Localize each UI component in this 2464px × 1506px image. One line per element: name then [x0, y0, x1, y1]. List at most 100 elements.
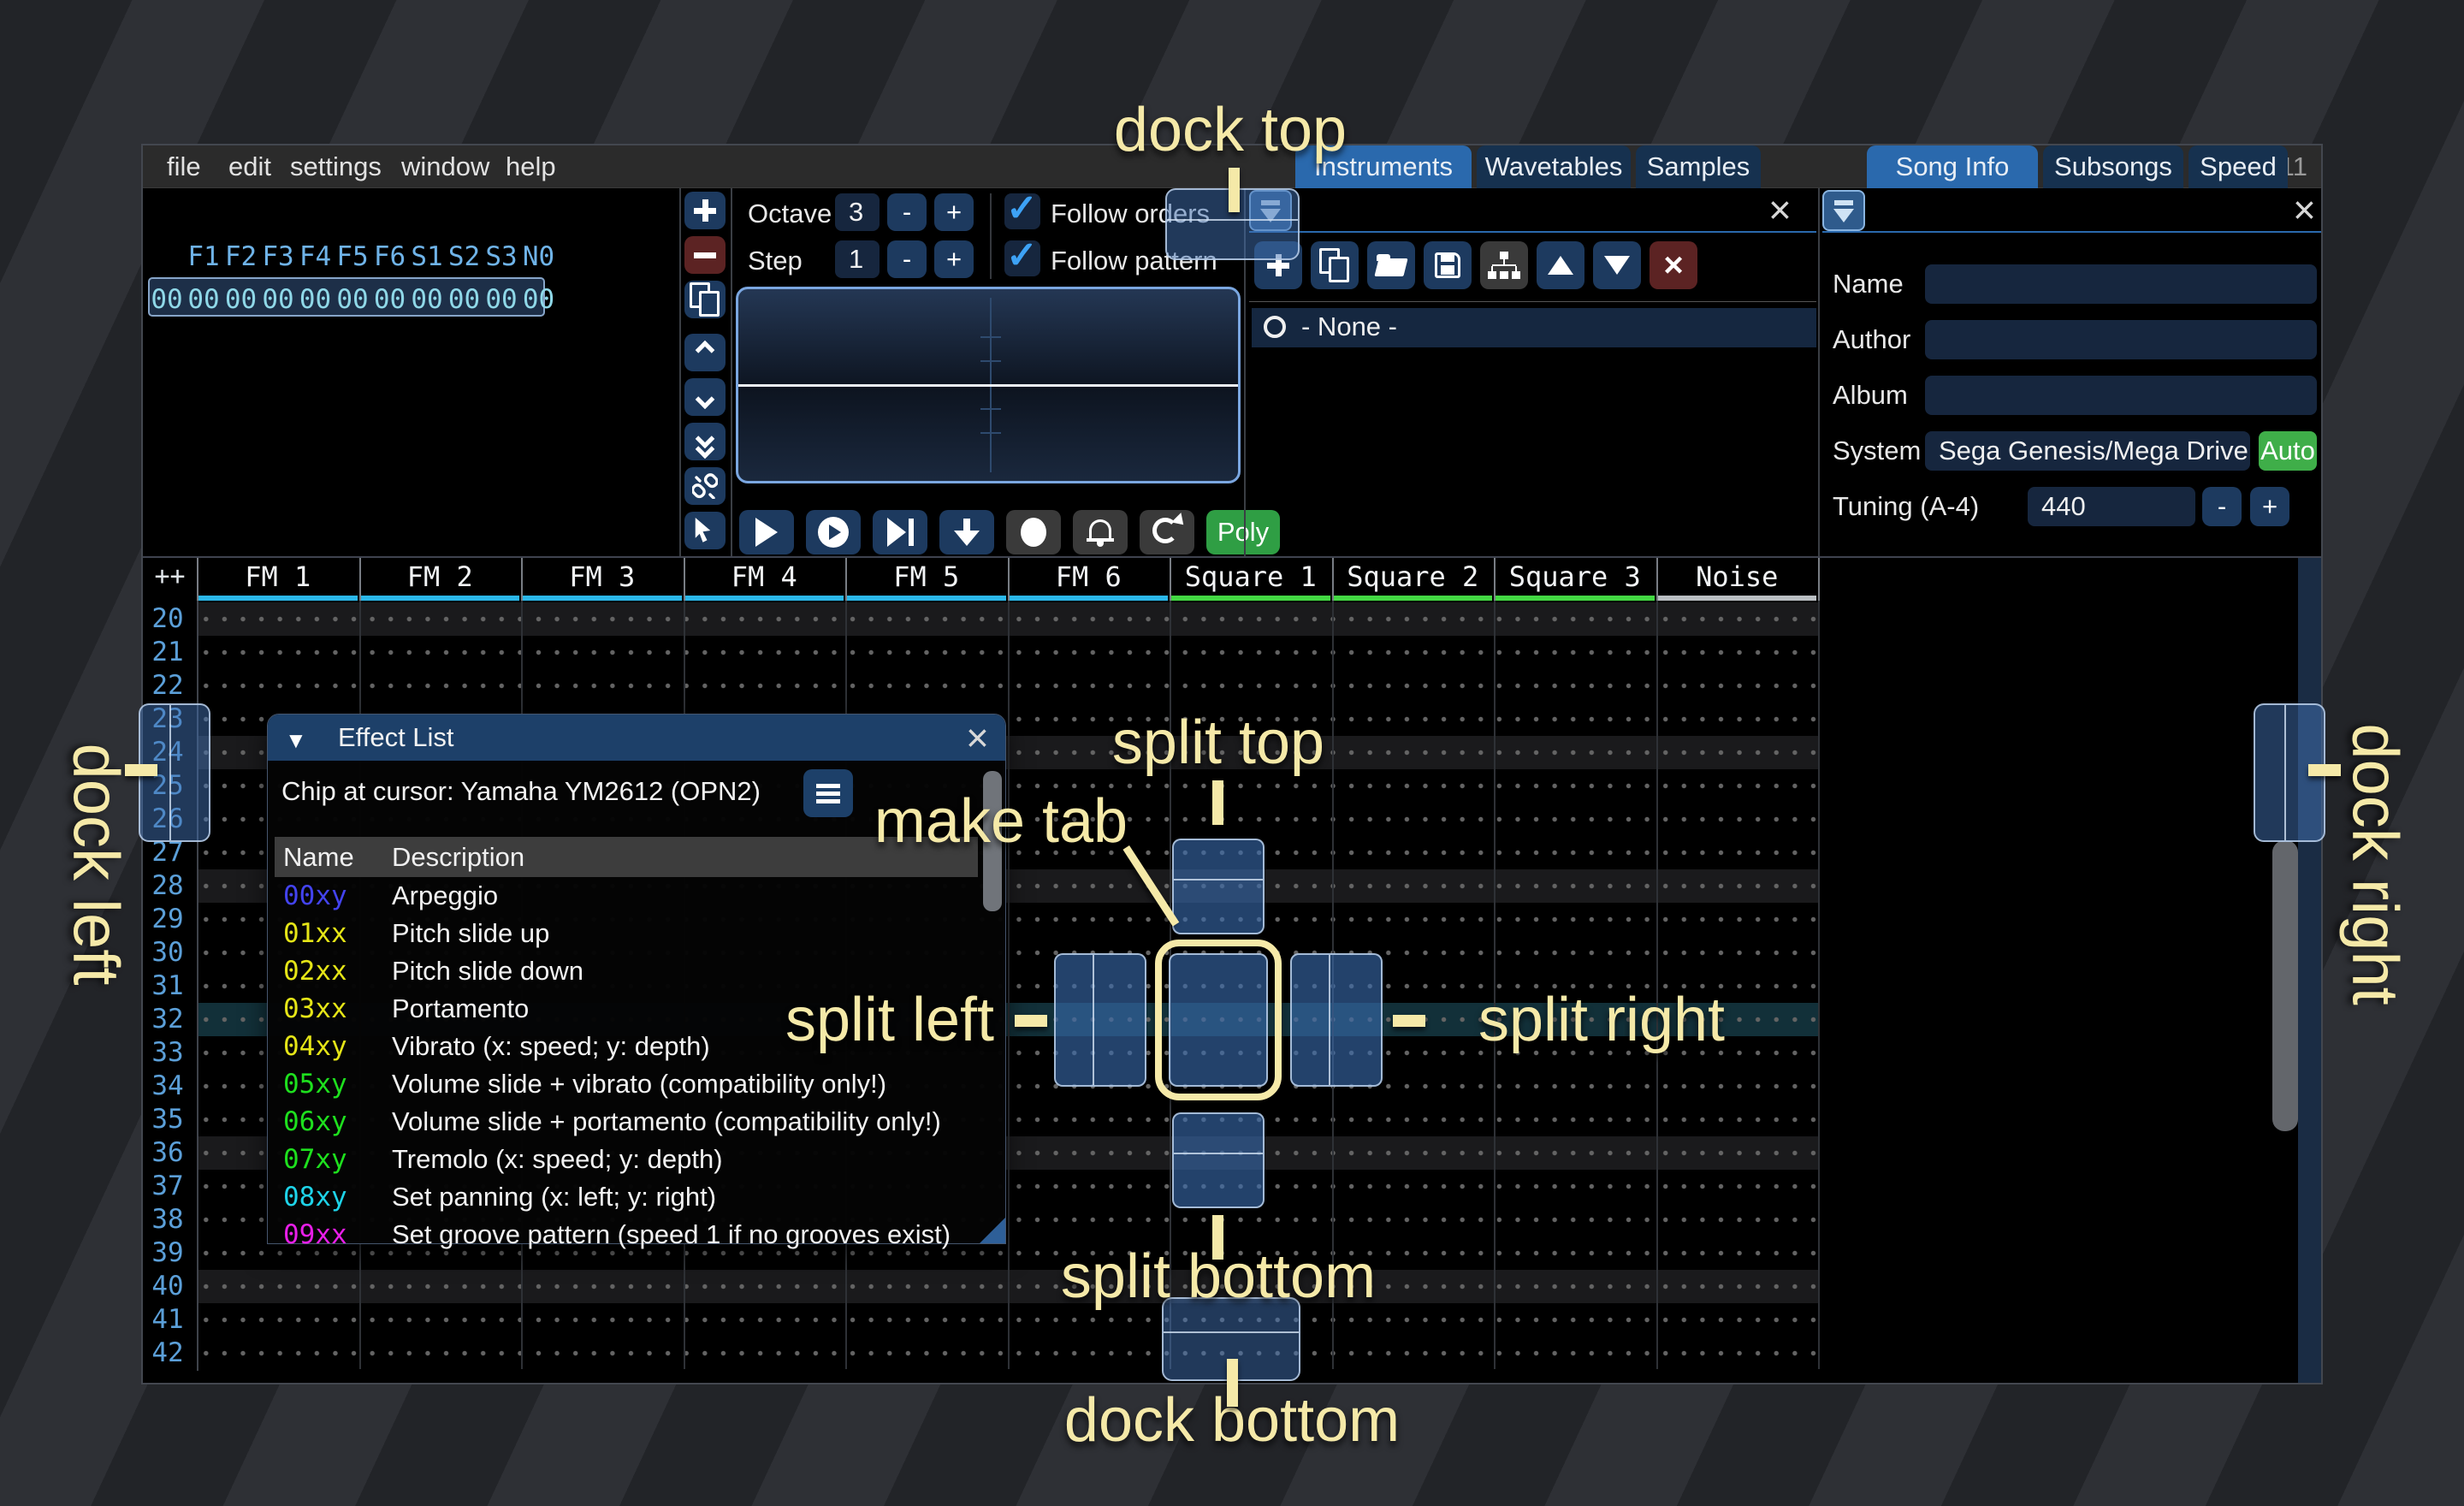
- tuning-input[interactable]: 440: [2028, 487, 2195, 526]
- pattern-row-number[interactable]: 38: [143, 1203, 192, 1236]
- tab-wavetables[interactable]: Wavetables: [1477, 145, 1631, 188]
- step-plus-button[interactable]: +: [934, 240, 974, 278]
- effect-row[interactable]: 00xyArpeggio: [268, 877, 986, 915]
- instrument-list-row[interactable]: - None -: [1252, 308, 1816, 347]
- pattern-scrollbar-thumb[interactable]: [2272, 840, 2298, 1131]
- tab-speed[interactable]: Speed: [2189, 145, 2288, 188]
- follow-orders-checkbox[interactable]: ✓: [1004, 193, 1040, 229]
- order-column-F6[interactable]: F6: [371, 241, 409, 272]
- songinfo-close-icon[interactable]: ×: [2293, 190, 2316, 229]
- system-auto-button[interactable]: Auto: [2259, 431, 2317, 471]
- order-cell[interactable]: 00: [334, 284, 371, 315]
- order-column-F4[interactable]: F4: [297, 241, 335, 272]
- channel-header-square-1[interactable]: Square 1: [1170, 558, 1332, 596]
- songinfo-tab-list-button[interactable]: [1822, 190, 1865, 231]
- pattern-row-number[interactable]: 21: [143, 636, 192, 669]
- follow-pattern-checkbox[interactable]: ✓: [1004, 240, 1040, 276]
- tab-samples[interactable]: Samples: [1636, 145, 1761, 188]
- order-column-S3[interactable]: S3: [483, 241, 520, 272]
- effect-row[interactable]: 09xxSet groove pattern (speed 1 if no gr…: [268, 1216, 986, 1254]
- order-move-down-button[interactable]: [684, 378, 726, 416]
- effect-row[interactable]: 01xxPitch slide up: [268, 915, 986, 952]
- pattern-row-number[interactable]: 35: [143, 1103, 192, 1136]
- octave-minus-button[interactable]: -: [887, 193, 927, 231]
- octave-value[interactable]: 3: [835, 193, 880, 231]
- order-column-S1[interactable]: S1: [408, 241, 446, 272]
- pattern-row-number[interactable]: 20: [143, 602, 192, 636]
- effect-row[interactable]: 06xyVolume slide + portamento (compatibi…: [268, 1103, 986, 1141]
- pattern-row-number[interactable]: 36: [143, 1136, 192, 1170]
- order-edit-mode-button[interactable]: [684, 512, 726, 549]
- resize-grip-icon[interactable]: [980, 1218, 1005, 1243]
- effect-list-close-icon[interactable]: ×: [966, 718, 989, 757]
- order-cell[interactable]: 00: [408, 284, 446, 315]
- effect-row[interactable]: 05xyVolume slide + vibrato (compatibilit…: [268, 1065, 986, 1103]
- order-cell[interactable]: 00: [222, 284, 260, 315]
- instrument-toggle-folders-button[interactable]: [1480, 241, 1528, 289]
- play-pattern-button[interactable]: [806, 510, 861, 554]
- menu-item-help[interactable]: help: [494, 145, 568, 188]
- pattern-row-number[interactable]: 31: [143, 969, 192, 1003]
- play-button[interactable]: [739, 510, 794, 554]
- channel-header-fm-4[interactable]: FM 4: [684, 558, 846, 596]
- order-column-N0[interactable]: N0: [520, 241, 558, 272]
- order-add-button[interactable]: [684, 192, 726, 229]
- order-duplicate-end-button[interactable]: [684, 423, 726, 460]
- effect-list-titlebar[interactable]: ▼ Effect List ×: [268, 714, 1005, 761]
- step-down-button[interactable]: [939, 510, 994, 554]
- instrument-duplicate-button[interactable]: [1311, 241, 1359, 289]
- pattern-row-number[interactable]: 33: [143, 1036, 192, 1070]
- effect-table-header[interactable]: Name Description: [275, 837, 978, 877]
- octave-plus-button[interactable]: +: [934, 193, 974, 231]
- order-column-F2[interactable]: F2: [222, 241, 260, 272]
- order-cell[interactable]: 00: [185, 284, 222, 315]
- pattern-row-number[interactable]: 42: [143, 1337, 192, 1370]
- pattern-row-number[interactable]: 37: [143, 1170, 192, 1203]
- order-row-index[interactable]: 00: [148, 284, 186, 315]
- pattern-row-number[interactable]: 34: [143, 1070, 192, 1103]
- split-target-top[interactable]: [1172, 839, 1265, 934]
- pattern-row-number[interactable]: 32: [143, 1003, 192, 1036]
- pattern-row-number[interactable]: 39: [143, 1236, 192, 1270]
- channel-header-square-3[interactable]: Square 3: [1494, 558, 1656, 596]
- play-row-button[interactable]: [873, 510, 927, 554]
- pattern-expand-button[interactable]: ++: [143, 558, 197, 596]
- channel-header-fm-2[interactable]: FM 2: [359, 558, 522, 596]
- order-remove-button[interactable]: [684, 236, 726, 274]
- step-value[interactable]: 1: [835, 240, 880, 278]
- channel-header-noise[interactable]: Noise: [1656, 558, 1819, 596]
- order-move-up-button[interactable]: [684, 334, 726, 371]
- effect-row[interactable]: 08xySet panning (x: left; y: right): [268, 1178, 986, 1216]
- tab-song-info[interactable]: Song Info: [1867, 145, 2038, 188]
- order-duplicate-button[interactable]: [684, 281, 726, 318]
- pattern-row-number[interactable]: 40: [143, 1270, 192, 1303]
- instrument-delete-button[interactable]: ×: [1650, 241, 1697, 289]
- menu-item-file[interactable]: file: [155, 145, 213, 188]
- effect-row[interactable]: 07xyTremolo (x: speed; y: depth): [268, 1141, 986, 1178]
- pattern-row-number[interactable]: 22: [143, 669, 192, 703]
- split-target-right[interactable]: [1290, 953, 1383, 1087]
- order-cell[interactable]: 00: [483, 284, 520, 315]
- metronome-button[interactable]: [1073, 510, 1128, 554]
- order-change-mode-button[interactable]: [684, 467, 726, 505]
- order-cell[interactable]: 00: [297, 284, 335, 315]
- split-target-left[interactable]: [1054, 953, 1146, 1087]
- poly-button[interactable]: Poly: [1206, 510, 1280, 554]
- channel-header-fm-5[interactable]: FM 5: [845, 558, 1008, 596]
- menu-item-window[interactable]: window: [389, 145, 501, 188]
- instrument-save-button[interactable]: [1424, 241, 1472, 289]
- tab-subsongs[interactable]: Subsongs: [2043, 145, 2183, 188]
- order-column-F1[interactable]: F1: [185, 241, 222, 272]
- channel-header-square-2[interactable]: Square 2: [1332, 558, 1495, 596]
- song-album-input[interactable]: [1925, 376, 2317, 415]
- instrument-move-down-button[interactable]: [1593, 241, 1641, 289]
- instrument-move-up-button[interactable]: [1537, 241, 1584, 289]
- tuning-plus-button[interactable]: +: [2250, 487, 2289, 526]
- repeat-button[interactable]: [1140, 510, 1194, 554]
- channel-header-fm-1[interactable]: FM 1: [197, 558, 359, 596]
- collapse-triangle-icon[interactable]: ▼: [285, 727, 307, 754]
- pattern-row-number[interactable]: 41: [143, 1303, 192, 1337]
- record-button[interactable]: [1006, 510, 1061, 554]
- order-cell[interactable]: 00: [446, 284, 483, 315]
- channel-header-fm-3[interactable]: FM 3: [521, 558, 684, 596]
